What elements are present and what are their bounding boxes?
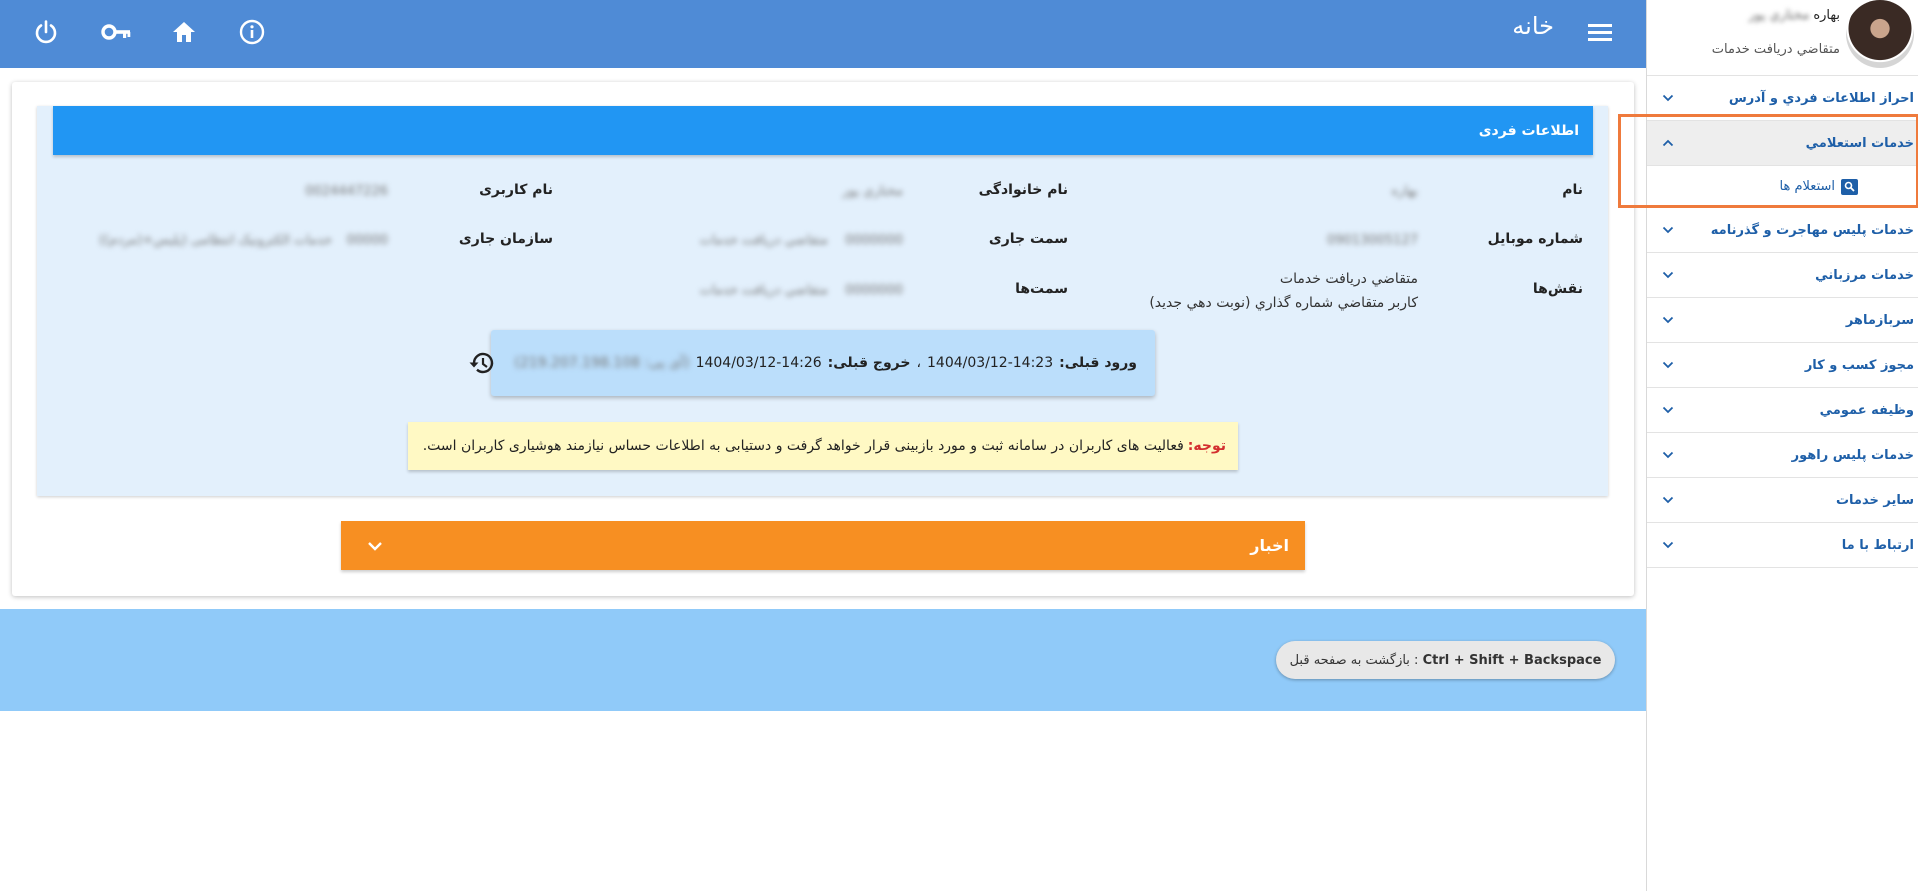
chevron-down-icon — [367, 536, 383, 555]
chevron-down-icon — [1661, 223, 1675, 237]
sidebar-item-label: خدمات پليس راهور — [1791, 447, 1914, 463]
sidebar-subitem-inquiries[interactable]: استعلام ها — [1647, 166, 1918, 208]
top-bar: خانه — [0, 0, 1646, 68]
power-icon[interactable] — [26, 12, 66, 52]
sidebar-item-label: ساير خدمات — [1835, 492, 1914, 508]
mobile-value: 09013005127 — [1327, 233, 1418, 248]
personal-info-header: اطلاعات فردی — [53, 106, 1593, 155]
sidebar-item-label: خدمات مرزباني — [1815, 267, 1914, 283]
sidebar-item-label: وظيفه عمومي — [1819, 402, 1914, 418]
org-name: خدمات الکترونیک انتظامی (پلیس+(مردم)) — [99, 233, 332, 248]
login-separator: ، — [916, 355, 922, 371]
family-label: نام خانوادگی — [978, 182, 1068, 198]
positions-name: متقاضي دريافت خدمات — [699, 283, 828, 298]
roles-label: نقش‌ها — [1532, 281, 1583, 297]
user-family: مختاري پور — [1748, 8, 1810, 23]
info-icon[interactable] — [232, 12, 272, 52]
sidebar-item-inquiry-services[interactable]: خدمات استعلامي — [1647, 121, 1918, 166]
user-name-line: بهارهمختاري پور — [1749, 8, 1840, 23]
sidebar-item-label: احراز اطلاعات فردي و آدرس — [1728, 90, 1914, 106]
chevron-down-icon — [1661, 268, 1675, 282]
user-role: متقاضي دريافت خدمات — [1711, 42, 1840, 57]
sidebar-subitem-label: استعلام ها — [1779, 179, 1835, 194]
chevron-down-icon — [1661, 403, 1675, 417]
menu-icon[interactable] — [1580, 12, 1620, 52]
role-item: كاربر متقاضي شماره گذاري (نوبت دهي جديد) — [1149, 295, 1418, 311]
chevron-down-icon — [1661, 538, 1675, 552]
user-panel: بهارهمختاري پور متقاضي دريافت خدمات — [1647, 0, 1918, 76]
position-code: 0000000 — [845, 233, 903, 248]
org-code: 00000 — [346, 233, 388, 248]
position-label: سمت جاری — [988, 231, 1068, 247]
chevron-down-icon — [1661, 313, 1675, 327]
user-name: بهاره — [1813, 8, 1840, 23]
sidebar-item-contact-us[interactable]: ارتباط با ما — [1647, 523, 1918, 568]
search-icon — [1841, 178, 1858, 195]
news-label: اخبار — [1250, 536, 1289, 555]
key-icon[interactable] — [96, 12, 136, 52]
mobile-label: شماره موبایل — [1487, 231, 1583, 247]
page-title: خانه — [1512, 12, 1554, 40]
positions-code: 0000000 — [845, 283, 903, 298]
chevron-up-icon — [1661, 136, 1675, 150]
username-value: 0024447226 — [305, 184, 388, 199]
home-icon[interactable] — [164, 12, 204, 52]
org-label: سازمان جاری — [458, 231, 553, 247]
last-login-value: 1404/03/12-14:23 — [927, 355, 1054, 371]
username-label: نام کاربری — [479, 182, 553, 198]
sidebar-item-label: ارتباط با ما — [1841, 537, 1914, 553]
sidebar-item-label: سربازماهر — [1845, 312, 1914, 328]
last-logout-value: 1404/03/12-14:26 — [695, 355, 822, 371]
sidebar-item-label: خدمات پليس مهاجرت و گذرنامه — [1710, 222, 1914, 238]
sidebar-item-border-services[interactable]: خدمات مرزباني — [1647, 253, 1918, 298]
chevron-down-icon — [1661, 358, 1675, 372]
sidebar-item-skilled-soldier[interactable]: سربازماهر — [1647, 298, 1918, 343]
position-name: متقاضي دريافت خدمات — [699, 233, 828, 248]
news-accordion[interactable]: اخبار — [341, 521, 1305, 570]
sidebar-item-immigration-police[interactable]: خدمات پليس مهاجرت و گذرنامه — [1647, 208, 1918, 253]
sidebar-item-label: خدمات استعلامي — [1805, 135, 1914, 151]
roles-list: متقاضي دريافت خدمات كاربر متقاضي شماره گ… — [1149, 267, 1418, 315]
sidebar-item-label: مجوز كسب و كار — [1804, 357, 1914, 373]
last-logout-label: خروج قبلی: — [827, 355, 911, 371]
notice-label: توجه: — [1187, 438, 1226, 454]
chevron-down-icon — [1661, 493, 1675, 507]
name-value: بهاره — [1391, 184, 1418, 199]
role-item: متقاضي دريافت خدمات — [1279, 271, 1418, 287]
notice-text: فعالیت های کاربران در سامانه ثبت و مورد … — [422, 438, 1184, 454]
chevron-down-icon — [1661, 91, 1675, 105]
family-value: مختاري پور — [842, 184, 903, 199]
back-shortcut-hint[interactable]: Ctrl + Shift + Backspace : بازگشت به صفح… — [1276, 641, 1615, 679]
name-label: نام — [1562, 182, 1583, 198]
ip-address: (آی پی: 219.207.198.108) — [514, 355, 690, 371]
positions-label: سمت‌ها — [1015, 281, 1068, 297]
chevron-down-icon — [1661, 448, 1675, 462]
sidebar-item-other-services[interactable]: ساير خدمات — [1647, 478, 1918, 523]
sidebar-item-business-license[interactable]: مجوز كسب و كار — [1647, 343, 1918, 388]
sidebar-item-traffic-police[interactable]: خدمات پليس راهور — [1647, 433, 1918, 478]
shortcut-text: : بازگشت به صفحه قبل — [1289, 652, 1419, 668]
shortcut-keys: Ctrl + Shift + Backspace — [1422, 652, 1602, 668]
notice-banner: توجه: فعالیت های کاربران در سامانه ثبت و… — [408, 422, 1238, 470]
sidebar: بهارهمختاري پور متقاضي دريافت خدمات احرا… — [1618, 0, 1918, 891]
last-login-box: ورود قبلی: 1404/03/12-14:23 ، خروج قبلی:… — [469, 330, 1155, 396]
avatar — [1846, 0, 1914, 68]
sidebar-item-identity[interactable]: احراز اطلاعات فردي و آدرس — [1647, 76, 1918, 121]
history-icon — [468, 350, 496, 376]
sidebar-item-military-service[interactable]: وظيفه عمومي — [1647, 388, 1918, 433]
last-login-label: ورود قبلی: — [1059, 355, 1137, 371]
